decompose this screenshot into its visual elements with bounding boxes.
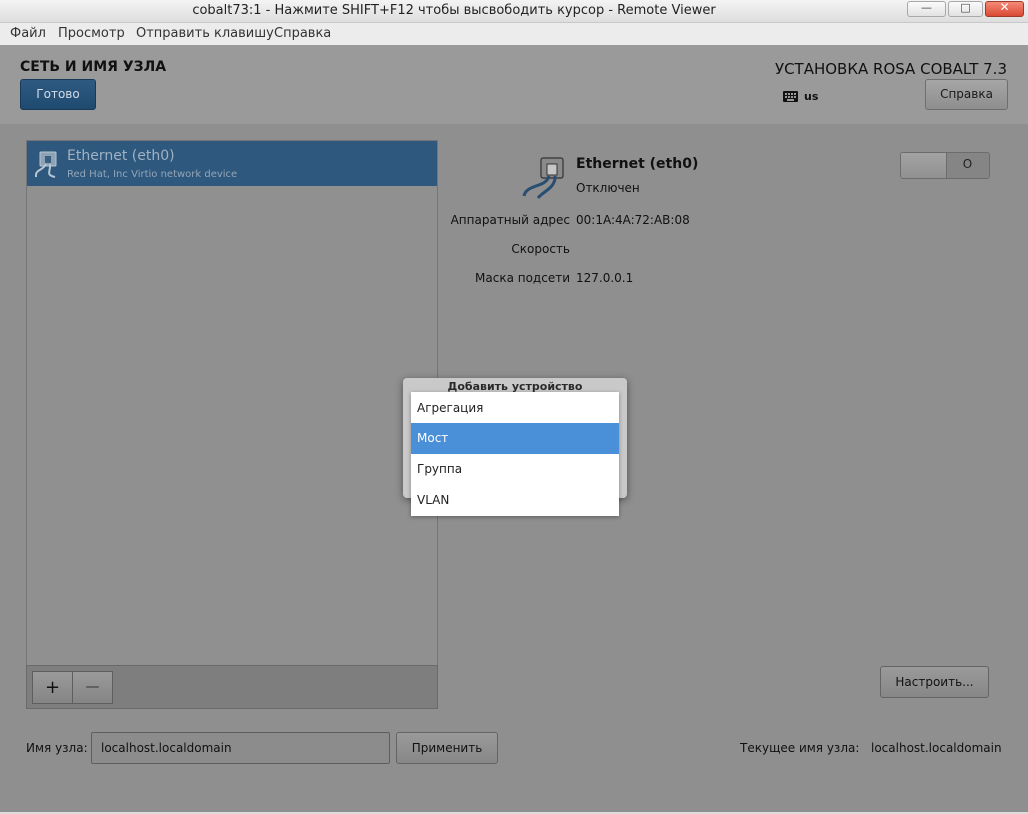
page-title: СЕТЬ И ИМЯ УЗЛА — [20, 59, 167, 75]
remove-device-button[interactable]: — — [72, 671, 113, 704]
add-device-button[interactable]: + — [32, 671, 73, 704]
apply-hostname-button[interactable]: Применить — [396, 732, 498, 764]
ethernet-icon — [34, 151, 57, 178]
toggle-state-label: O — [962, 157, 973, 171]
current-hostname-label: Текущее имя узла: — [740, 741, 860, 755]
option-team[interactable]: Группа — [411, 454, 619, 485]
connection-toggle[interactable]: O — [900, 152, 990, 179]
product-title: УСТАНОВКА ROSA COBALT 7.3 — [774, 60, 1007, 78]
device-list-toolbar: + — — [26, 665, 438, 709]
detail-device-name: Ethernet (eth0) — [576, 156, 699, 172]
toggle-knob — [901, 153, 947, 178]
close-icon: ✕ — [999, 0, 1010, 14]
installer-header: СЕТЬ И ИМЯ УЗЛА Готово УСТАНОВКА ROSA CO… — [0, 45, 1028, 124]
configure-button[interactable]: Настроить... — [880, 666, 989, 698]
hardware-address-value: 00:1A:4A:72:AB:08 — [576, 213, 690, 227]
device-list: Ethernet (eth0) Red Hat, Inc Virtio netw… — [26, 140, 438, 709]
done-button[interactable]: Готово — [20, 79, 96, 110]
hostname-label: Имя узла: — [26, 741, 88, 755]
menu-send-key[interactable]: Отправить клавишу — [136, 26, 274, 41]
detail-device-status: Отключен — [576, 181, 640, 195]
menu-view[interactable]: Просмотр — [58, 26, 125, 41]
minimize-button[interactable]: — — [907, 1, 946, 17]
maximize-icon: □ — [960, 1, 971, 14]
subnet-mask-label: Маска подсети — [475, 271, 570, 285]
menu-file[interactable]: Файл — [10, 26, 46, 41]
hardware-address-label: Аппаратный адрес — [450, 213, 570, 227]
help-button[interactable]: Справка — [925, 79, 1008, 110]
speed-label: Скорость — [511, 242, 570, 256]
keyboard-icon — [783, 91, 798, 102]
window-titlebar: cobalt73:1 - Нажмите SHIFT+F12 чтобы выс… — [0, 0, 1028, 23]
device-list-item[interactable]: Ethernet (eth0) Red Hat, Inc Virtio netw… — [27, 141, 437, 186]
device-name: Ethernet (eth0) — [67, 148, 175, 164]
current-hostname-value: localhost.localdomain — [871, 741, 1002, 755]
option-bridge[interactable]: Мост — [411, 423, 619, 454]
menu-help[interactable]: Справка — [274, 26, 331, 41]
maximize-button[interactable]: □ — [948, 1, 983, 17]
ethernet-connector-icon — [522, 157, 564, 199]
keyboard-layout-label: us — [804, 90, 819, 103]
window-title: cobalt73:1 - Нажмите SHIFT+F12 чтобы выс… — [192, 3, 716, 18]
close-button[interactable]: ✕ — [985, 0, 1024, 17]
device-type-dropdown[interactable]: Агрегация Мост Группа VLAN — [411, 392, 619, 516]
device-description: Red Hat, Inc Virtio network device — [67, 169, 238, 180]
minimize-icon: — — [921, 1, 932, 14]
subnet-mask-value: 127.0.0.1 — [576, 271, 634, 285]
option-vlan[interactable]: VLAN — [411, 485, 619, 516]
option-aggregation[interactable]: Агрегация — [411, 393, 619, 424]
hostname-input[interactable] — [91, 732, 390, 764]
menubar: Файл Просмотр Отправить клавишу Справка — [0, 23, 1028, 46]
